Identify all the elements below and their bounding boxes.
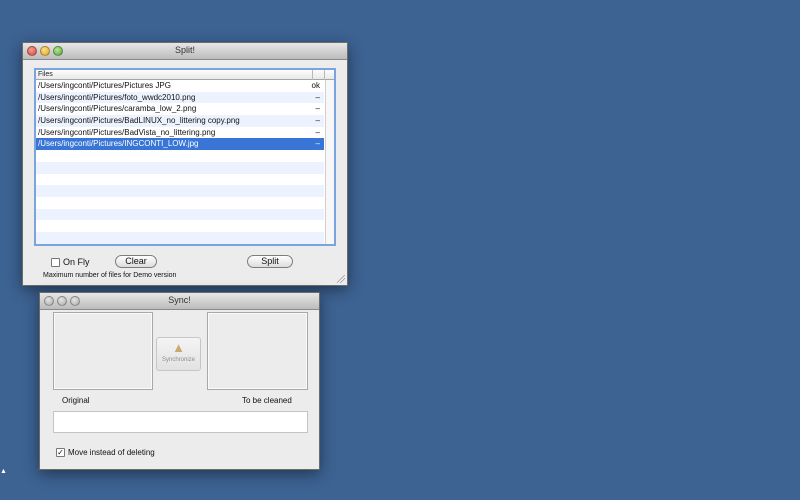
column-divider [324, 70, 325, 80]
on-fly-label: On Fly [63, 257, 90, 267]
table-row[interactable] [36, 231, 324, 244]
vertical-scrollbar[interactable] [325, 80, 334, 244]
table-row[interactable] [36, 197, 324, 209]
table-row[interactable]: /Users/ingconti/Pictures/Pictures JPG ok [36, 80, 324, 92]
table-row[interactable] [36, 161, 324, 174]
checkbox-box[interactable] [51, 257, 60, 267]
file-path-cell: /Users/ingconti/Pictures/BadLINUX_no_lit… [38, 116, 240, 126]
file-path-cell: /Users/ingconti/Pictures/foto_wwdc2010.p… [38, 92, 196, 102]
status-cell: – [315, 92, 320, 102]
table-row[interactable] [36, 220, 324, 232]
synchronize-button[interactable]: ▲ Synchronize [156, 337, 201, 371]
original-label: Original [62, 396, 90, 405]
original-drop-well[interactable] [53, 312, 153, 390]
window-title: Split! [174, 45, 195, 55]
table-row[interactable]: /Users/ingconti/Pictures/BadVista_no_lit… [36, 127, 324, 139]
files-column-header[interactable]: Files [38, 71, 53, 78]
file-path-cell: /Users/ingconti/Pictures/INGCONTI_LOW.jp… [38, 139, 199, 149]
status-cell: – [315, 139, 320, 149]
table-row[interactable] [36, 208, 324, 221]
file-path-cell: /Users/ingconti/Pictures/Pictures JPG [38, 81, 171, 90]
move-checkbox[interactable]: ✓ Move instead of deleting [56, 448, 155, 457]
synchronize-label: Synchronize [161, 357, 196, 363]
cursor-icon: ▲ [0, 468, 7, 475]
checkmark-icon: ✓ [57, 448, 64, 457]
split-titlebar[interactable]: Split! [23, 43, 347, 60]
resize-grip-icon[interactable] [337, 275, 345, 283]
status-cell: – [315, 127, 320, 137]
split-window: Split! Files /Users/ingconti/Pictures/Pi… [22, 42, 348, 286]
broom-icon: ▲ [172, 340, 185, 355]
table-row[interactable] [36, 174, 324, 186]
file-path-cell: /Users/ingconti/Pictures/caramba_low_2.p… [38, 104, 197, 114]
column-divider [312, 70, 313, 80]
demo-note: Maximum number of files for Demo version [43, 272, 177, 279]
table-row[interactable]: /Users/ingconti/Pictures/foto_wwdc2010.p… [36, 91, 324, 104]
status-cell: – [315, 104, 320, 114]
table-row[interactable]: /Users/ingconti/Pictures/BadLINUX_no_lit… [36, 115, 324, 127]
to-be-cleaned-drop-well[interactable] [207, 312, 308, 390]
table-row[interactable] [36, 150, 324, 162]
file-path-cell: /Users/ingconti/Pictures/BadVista_no_lit… [38, 127, 216, 137]
status-field[interactable] [53, 411, 308, 433]
sync-titlebar[interactable]: Sync! [40, 293, 319, 310]
table-row[interactable] [36, 185, 324, 197]
sync-window: Sync! ▲ Synchronize Original To be clean… [39, 292, 320, 470]
table-rows: /Users/ingconti/Pictures/Pictures JPG ok /… [36, 80, 324, 244]
status-cell: ok [311, 81, 320, 90]
status-cell: – [315, 116, 320, 126]
on-fly-checkbox[interactable]: On Fly [51, 257, 90, 267]
table-header: Files [36, 70, 334, 80]
checkbox-box[interactable]: ✓ [56, 448, 65, 457]
to-be-cleaned-label: To be cleaned [242, 396, 292, 405]
table-row[interactable]: /Users/ingconti/Pictures/caramba_low_2.p… [36, 103, 324, 115]
split-button[interactable]: Split [247, 255, 293, 268]
window-title: Sync! [168, 295, 191, 305]
files-table[interactable]: Files /Users/ingconti/Pictures/Pictures … [34, 68, 336, 246]
table-row[interactable]: /Users/ingconti/Pictures/INGCONTI_LOW.jp… [36, 138, 324, 151]
clear-button[interactable]: Clear [115, 255, 157, 268]
move-label: Move instead of deleting [68, 448, 155, 457]
